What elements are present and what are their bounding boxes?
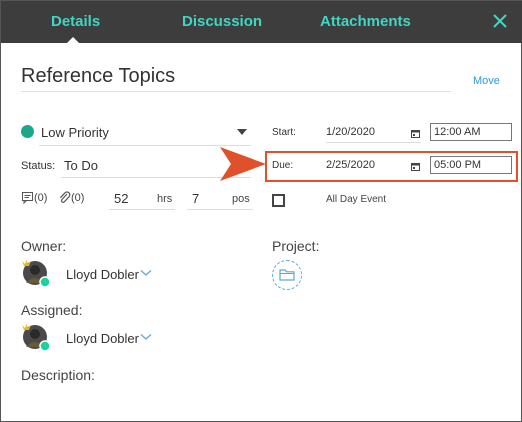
start-label: Start:: [272, 127, 296, 138]
task-title[interactable]: Reference Topics: [21, 65, 175, 88]
project-label: Project:: [272, 238, 320, 254]
attachment-count-value: (0): [71, 192, 85, 204]
paperclip-icon: [59, 191, 71, 203]
owner-chevron-down-icon[interactable]: [140, 269, 152, 277]
priority-select[interactable]: Low Priority: [41, 125, 109, 140]
hours-underline: [109, 209, 175, 210]
owner-avatar[interactable]: [21, 259, 49, 287]
calendar-icon[interactable]: [411, 129, 420, 138]
folder-icon: [279, 269, 295, 281]
hours-unit: hrs: [157, 193, 173, 205]
discussion-count[interactable]: (0): [21, 191, 48, 205]
tab-bar: Details Discussion Attachments: [1, 1, 522, 43]
all-day-label: All Day Event: [326, 194, 387, 205]
all-day-checkbox[interactable]: [272, 194, 285, 207]
attachment-count[interactable]: (0): [58, 191, 84, 204]
assignee-chevron-down-icon[interactable]: [140, 333, 152, 341]
start-date-input[interactable]: 1/20/2020: [326, 126, 375, 138]
position-input[interactable]: 7: [192, 191, 199, 206]
assigned-label: Assigned:: [21, 302, 83, 318]
tab-details[interactable]: Details: [51, 13, 100, 30]
status-label: Status:: [21, 160, 56, 172]
due-highlight-box: [265, 151, 518, 182]
description-label: Description:: [21, 367, 95, 383]
owner-name[interactable]: Lloyd Dobler: [66, 267, 139, 282]
task-detail-panel: Details Discussion Attachments Reference…: [0, 0, 522, 422]
assignee-avatar[interactable]: [21, 323, 49, 351]
move-link[interactable]: Move: [473, 75, 500, 87]
comment-icon: [22, 192, 33, 205]
position-underline: [187, 209, 253, 210]
assignee-name[interactable]: Lloyd Dobler: [66, 331, 139, 346]
tab-discussion[interactable]: Discussion: [182, 13, 262, 30]
position-unit: pos: [232, 193, 250, 205]
start-time-input[interactable]: 12:00 AM: [430, 123, 512, 141]
close-icon[interactable]: [491, 12, 509, 30]
project-picker[interactable]: [272, 260, 302, 290]
owner-label: Owner:: [21, 238, 67, 254]
title-underline: [21, 91, 451, 92]
start-date-underline: [326, 142, 421, 143]
hours-input[interactable]: 52: [114, 191, 128, 206]
tab-attachments[interactable]: Attachments: [320, 13, 411, 30]
active-tab-indicator: [67, 37, 79, 43]
callout-arrow-icon: [220, 147, 266, 181]
discussion-count-value: (0): [34, 192, 48, 204]
priority-dropdown-arrow-icon[interactable]: [237, 129, 247, 135]
status-field[interactable]: To Do: [64, 158, 98, 173]
priority-color-dot: [21, 125, 34, 138]
